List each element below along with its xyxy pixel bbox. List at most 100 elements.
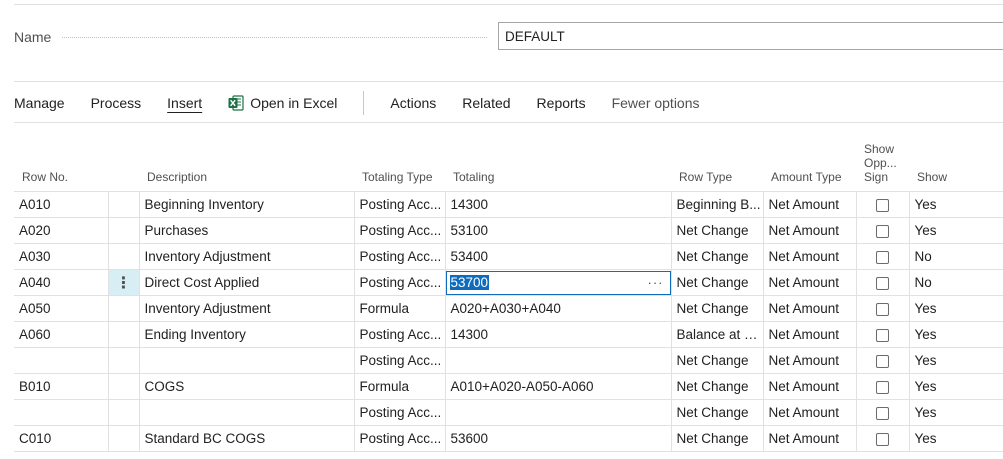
show-opp-sign-checkbox[interactable] <box>876 198 889 212</box>
amount-type-cell[interactable]: Net Amount <box>763 295 857 322</box>
row-no-cell[interactable]: A040 <box>14 269 109 296</box>
show-opp-sign-checkbox[interactable] <box>876 328 889 342</box>
row-no-cell[interactable]: A030 <box>14 243 109 270</box>
totaling-cell[interactable]: 53400 <box>445 243 672 270</box>
description-cell[interactable]: COGS <box>139 373 355 400</box>
row-type-cell[interactable]: Net Change <box>671 373 764 400</box>
row-no-cell[interactable] <box>14 347 109 374</box>
totaling-cell[interactable]: 53700 ··· <box>445 269 672 296</box>
row-type-cell[interactable]: Beginning B... <box>671 191 764 218</box>
show-cell[interactable]: Yes <box>909 347 1003 374</box>
row-no-cell[interactable]: C010 <box>14 425 109 452</box>
table-row[interactable]: C010 Standard BC COGS Posting Acc... 53600 N… <box>14 425 1003 452</box>
amount-type-cell[interactable]: Net Amount <box>763 243 857 270</box>
totaling-type-cell[interactable]: Posting Acc... <box>354 217 446 244</box>
totaling-type-cell[interactable]: Posting Acc... <box>354 399 446 426</box>
totaling-cell[interactable] <box>445 347 672 374</box>
actions-menu[interactable]: Actions <box>390 95 436 111</box>
table-row[interactable]: A020 Purchases Posting Acc... 53100 Net Chan… <box>14 217 1003 244</box>
show-opp-sign-checkbox[interactable] <box>876 406 889 420</box>
totaling-cell[interactable]: A020+A030+A040 <box>445 295 672 322</box>
totaling-type-cell[interactable]: Posting Acc... <box>354 243 446 270</box>
show-cell[interactable]: Yes <box>909 373 1003 400</box>
totaling-type-cell[interactable]: Posting Acc... <box>354 321 446 348</box>
description-cell[interactable]: Direct Cost Applied <box>139 269 355 296</box>
col-header-totaling-type[interactable]: Totaling Type <box>354 142 445 192</box>
totaling-type-cell[interactable]: Formula <box>354 373 446 400</box>
col-header-show[interactable]: Show <box>909 142 1003 192</box>
amount-type-cell[interactable]: Net Amount <box>763 425 857 452</box>
row-type-cell[interactable]: Balance at D... <box>671 321 764 348</box>
col-header-row-type[interactable]: Row Type <box>671 142 763 192</box>
description-cell[interactable]: Inventory Adjustment <box>139 243 355 270</box>
amount-type-cell[interactable]: Net Amount <box>763 373 857 400</box>
col-header-totaling[interactable]: Totaling <box>445 142 671 192</box>
reports-menu[interactable]: Reports <box>537 95 586 111</box>
col-header-show-opp-sign[interactable]: Show Opp... Sign <box>856 142 909 192</box>
totaling-cell[interactable]: 53600 <box>445 425 672 452</box>
table-row[interactable]: Posting Acc... Net Change Net Amount Yes <box>14 399 1003 426</box>
description-cell[interactable]: Ending Inventory <box>139 321 355 348</box>
totaling-input[interactable]: 53700 ··· <box>445 270 670 295</box>
fewer-options-button[interactable]: Fewer options <box>612 95 700 111</box>
table-row[interactable]: A030 Inventory Adjustment Posting Acc... 53… <box>14 243 1003 270</box>
totaling-cell[interactable]: 14300 <box>445 321 672 348</box>
totaling-cell[interactable]: 14300 <box>445 191 672 218</box>
row-no-cell[interactable]: A010 <box>14 191 109 218</box>
row-no-cell[interactable]: A020 <box>14 217 109 244</box>
amount-type-cell[interactable]: Net Amount <box>763 217 857 244</box>
manage-menu[interactable]: Manage <box>14 95 65 111</box>
col-header-row-no[interactable]: Row No. <box>14 142 108 192</box>
amount-type-cell[interactable]: Net Amount <box>763 347 857 374</box>
description-cell[interactable] <box>139 399 355 426</box>
row-type-cell[interactable]: Net Change <box>671 217 764 244</box>
table-row[interactable]: B010 COGS Formula A010+A020-A050-A060 Net Ch… <box>14 373 1003 400</box>
description-cell[interactable]: Beginning Inventory <box>139 191 355 218</box>
show-cell[interactable]: No <box>909 243 1003 270</box>
totaling-cell[interactable]: 53100 <box>445 217 672 244</box>
col-header-description[interactable]: Description <box>139 142 354 192</box>
description-cell[interactable]: Purchases <box>139 217 355 244</box>
show-opp-sign-checkbox[interactable] <box>876 302 889 316</box>
row-no-cell[interactable]: A060 <box>14 321 109 348</box>
show-cell[interactable]: Yes <box>909 425 1003 452</box>
table-row[interactable]: A060 Ending Inventory Posting Acc... 14300 B… <box>14 321 1003 348</box>
table-row[interactable]: A040 ⋮ Direct Cost Applied Posting Acc... 53… <box>14 269 1003 296</box>
totaling-type-cell[interactable]: Formula <box>354 295 446 322</box>
row-no-cell[interactable]: A050 <box>14 295 109 322</box>
row-type-cell[interactable]: Net Change <box>671 425 764 452</box>
table-row[interactable]: Posting Acc... Net Change Net Amount Yes <box>14 347 1003 374</box>
show-opp-sign-checkbox[interactable] <box>876 224 889 238</box>
row-type-cell[interactable]: Net Change <box>671 347 764 374</box>
row-type-cell[interactable]: Net Change <box>671 269 764 296</box>
row-no-cell[interactable] <box>14 399 109 426</box>
name-input[interactable]: DEFAULT <box>498 22 1003 50</box>
ellipsis-icon[interactable]: ··· <box>648 275 664 290</box>
show-opp-sign-checkbox[interactable] <box>876 380 889 394</box>
show-cell[interactable]: Yes <box>909 217 1003 244</box>
show-cell[interactable]: Yes <box>909 295 1003 322</box>
row-no-cell[interactable]: B010 <box>14 373 109 400</box>
show-opp-sign-checkbox[interactable] <box>876 276 889 290</box>
show-opp-sign-checkbox[interactable] <box>876 432 889 446</box>
process-menu[interactable]: Process <box>91 95 142 111</box>
show-cell[interactable]: Yes <box>909 191 1003 218</box>
totaling-cell[interactable] <box>445 399 672 426</box>
table-row[interactable]: A010 Beginning Inventory Posting Acc... 143… <box>14 191 1003 218</box>
row-type-cell[interactable]: Net Change <box>671 295 764 322</box>
show-cell[interactable]: No <box>909 269 1003 296</box>
amount-type-cell[interactable]: Net Amount <box>763 269 857 296</box>
vertical-ellipsis-icon[interactable]: ⋮ <box>108 270 138 295</box>
totaling-cell[interactable]: A010+A020-A050-A060 <box>445 373 672 400</box>
show-cell[interactable]: Yes <box>909 321 1003 348</box>
row-type-cell[interactable]: Net Change <box>671 243 764 270</box>
amount-type-cell[interactable]: Net Amount <box>763 321 857 348</box>
description-cell[interactable]: Inventory Adjustment <box>139 295 355 322</box>
description-cell[interactable]: Standard BC COGS <box>139 425 355 452</box>
amount-type-cell[interactable]: Net Amount <box>763 191 857 218</box>
open-in-excel-button[interactable]: Open in Excel <box>228 95 337 111</box>
amount-type-cell[interactable]: Net Amount <box>763 399 857 426</box>
col-header-amount-type[interactable]: Amount Type <box>763 142 856 192</box>
row-type-cell[interactable]: Net Change <box>671 399 764 426</box>
show-opp-sign-checkbox[interactable] <box>876 250 889 264</box>
